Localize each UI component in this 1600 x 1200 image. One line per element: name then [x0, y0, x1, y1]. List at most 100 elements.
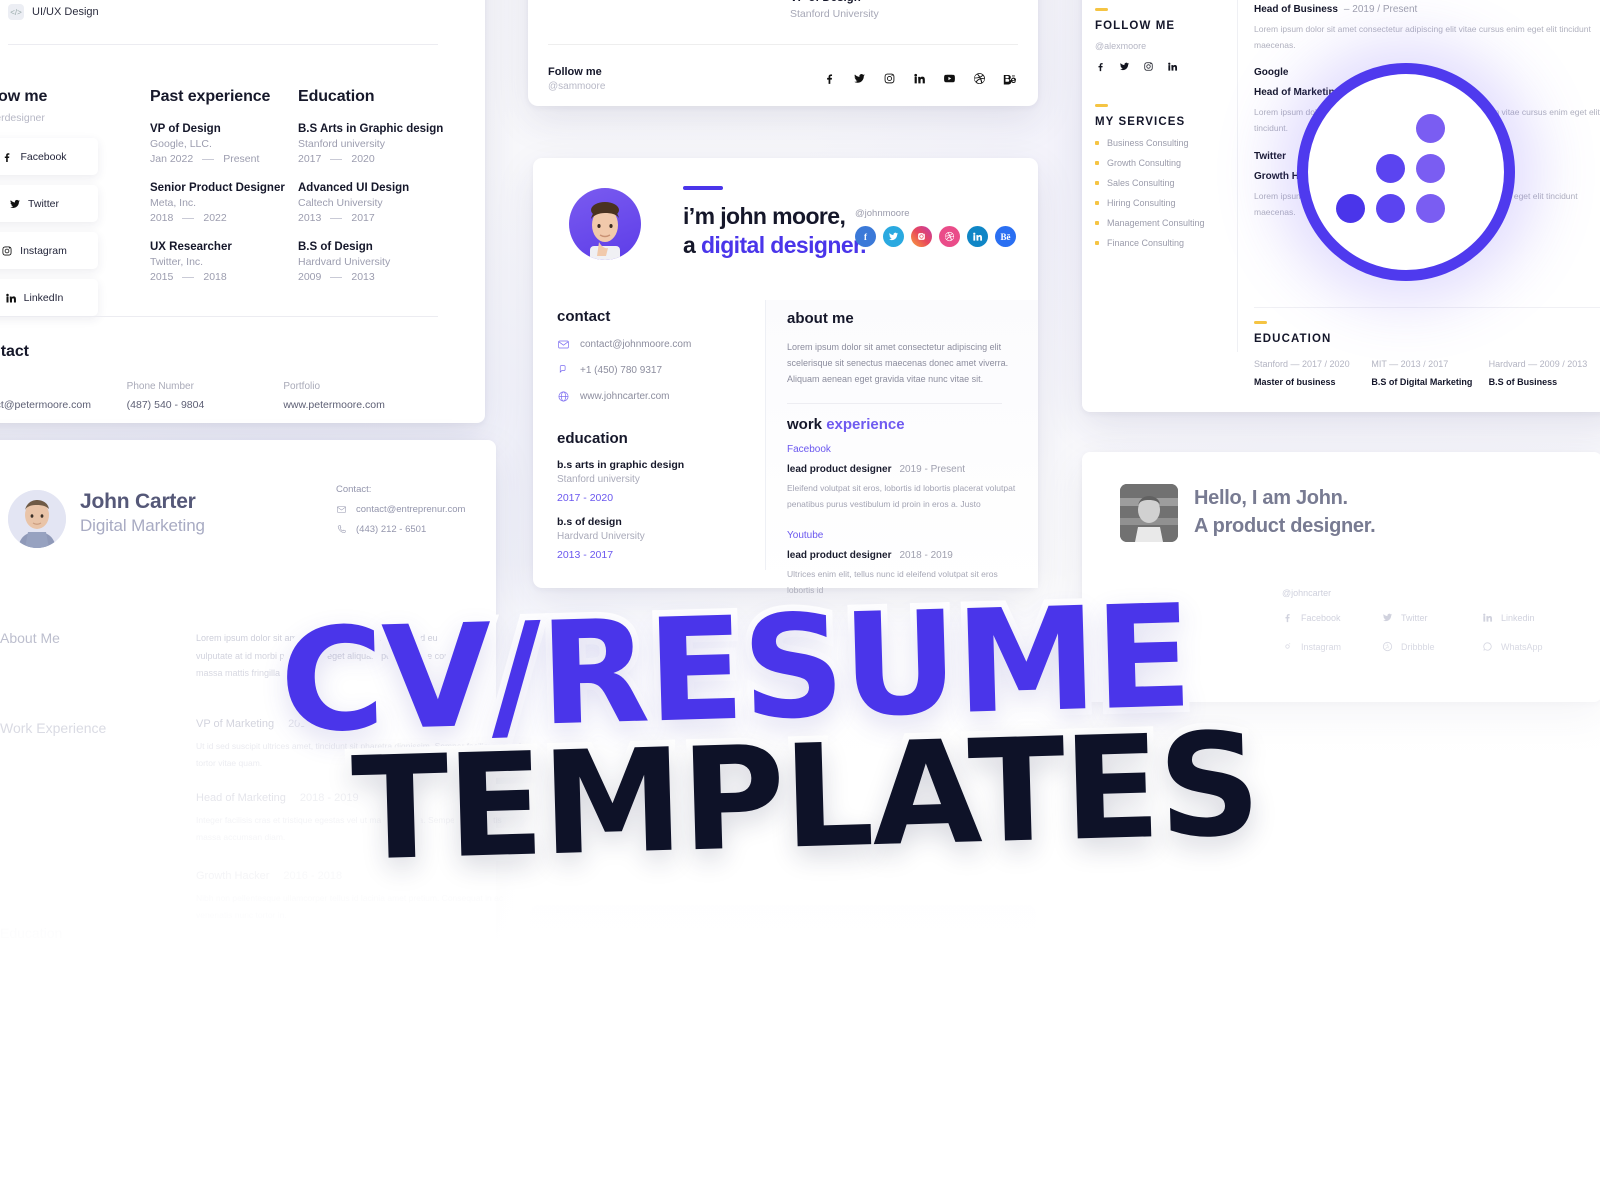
resume-card-sam-moore[interactable]: VP of Design Stanford University Follow … — [528, 0, 1038, 106]
twitter-icon-button[interactable] — [883, 226, 904, 247]
service-item: Management Consulting — [1095, 218, 1235, 228]
uiux-tag-label: UI/UX Design — [32, 6, 99, 18]
instagram-icon[interactable] — [1143, 61, 1154, 72]
social-link-whatsapp[interactable]: WhatsApp — [1482, 641, 1582, 652]
dribbble-icon[interactable] — [973, 72, 986, 85]
alex-education-grid: Stanford — 2017 / 2020 Master of busines… — [1254, 359, 1600, 387]
instagram-icon[interactable] — [883, 72, 896, 85]
twitter-icon[interactable] — [853, 72, 866, 85]
contact-value[interactable]: www.petermoore.com — [283, 399, 440, 411]
date-to: 2018 — [203, 271, 227, 283]
social-link-twitter[interactable]: Twitter — [1382, 612, 1482, 623]
linkedin-icon-button[interactable] — [967, 226, 988, 247]
resume-card-john-carter[interactable]: John Carter Digital Marketing Contact: c… — [0, 440, 521, 970]
carter-contact-label: Contact: — [336, 484, 372, 495]
hello-left-label: Contact — [1104, 600, 1139, 611]
past-experience-title: Past experience — [150, 88, 271, 105]
contact-row-phone[interactable]: +1 (450) 780 9317 — [557, 364, 757, 377]
experience-item: VP of Design Google, LLC. Jan 2022 Presen… — [150, 123, 300, 165]
experience-item: Facebook Head of Business– 2019 / Presen… — [1254, 0, 1600, 53]
service-label: Growth Consulting — [1107, 157, 1182, 168]
work-role: lead product designer — [787, 464, 892, 475]
education-item: Advanced UI Design Caltech University 20… — [298, 182, 458, 224]
work-title-accent: experience — [826, 416, 905, 433]
carter-email-row[interactable]: contact@entreprenur.com — [336, 504, 465, 515]
social-link-dribbble[interactable]: Dribbble — [1382, 641, 1482, 652]
experience-role: VP of Design — [150, 123, 221, 135]
facebook-icon-button[interactable]: f — [855, 226, 876, 247]
behance-icon-button[interactable]: Bē — [995, 226, 1016, 247]
dribbble-icon-button[interactable] — [939, 226, 960, 247]
contact-title: Contact — [0, 343, 29, 360]
alex-handle: @alexmoore — [1095, 40, 1147, 51]
contact-value[interactable]: (487) 540 - 9804 — [127, 399, 284, 411]
linkedin-icon — [5, 293, 16, 302]
experience-item: Senior Product Designer Meta, Inc. 2018 2… — [150, 182, 300, 224]
resume-card-hello-john[interactable]: Hello, I am John. A product designer. Co… — [1082, 452, 1600, 702]
work-title-plain: work — [787, 416, 827, 433]
social-button-twitter[interactable]: Twitter — [0, 185, 98, 222]
instagram-icon — [2, 246, 12, 255]
service-label: Finance Consulting — [1107, 237, 1185, 248]
sam-social-icons[interactable] — [823, 72, 1016, 85]
divider — [8, 44, 438, 45]
date-to: 2020 — [351, 153, 375, 165]
behance-icon[interactable] — [1003, 72, 1016, 85]
social-button-linkedin[interactable]: LinkedIn — [0, 279, 98, 316]
alex-social-icons[interactable] — [1095, 61, 1225, 72]
service-item: Business Consulting — [1095, 138, 1235, 148]
social-link-instagram[interactable]: Instagram — [1282, 641, 1382, 652]
experience-item: UX Researcher Twitter, Inc. 2015 2018 — [150, 241, 300, 283]
linkedin-icon[interactable] — [913, 72, 926, 85]
social-label: WhatsApp — [1501, 641, 1543, 652]
work-years: 2018 - 2019 — [899, 550, 953, 562]
social-label: Facebook — [1301, 612, 1341, 623]
education-degree: b.s arts in graphic design — [557, 459, 685, 471]
work-years: 2019 - Present — [288, 718, 361, 730]
date-from: Jan 2022 — [150, 153, 194, 165]
resume-card-john-moore[interactable]: i’m john moore, a digital designer. @joh… — [533, 158, 1038, 595]
linkedin-icon[interactable] — [1167, 61, 1178, 72]
carter-email: contact@entreprenur.com — [356, 504, 466, 515]
john-title-line2: a digital designer. — [683, 231, 866, 260]
carter-phone-row[interactable]: (443) 212 - 6501 — [336, 524, 465, 535]
social-link-facebook[interactable]: Facebook — [1282, 612, 1382, 623]
dribbble-icon — [1382, 641, 1393, 652]
instagram-icon — [1285, 643, 1291, 649]
work-role: Growth Hacker — [196, 870, 270, 882]
contact-grid: Email contact@petermoore.com Phone Numbe… — [0, 381, 440, 411]
social-button-label: Facebook — [20, 150, 67, 163]
education-school: Hardvard University — [557, 531, 645, 542]
facebook-icon[interactable] — [823, 72, 836, 85]
facebook-icon[interactable] — [1095, 61, 1106, 72]
social-link-linkedin[interactable]: Linkedin — [1482, 612, 1582, 623]
carter-phone: (443) 212 - 6501 — [356, 524, 427, 535]
john-work-block: work experience Facebook lead product de… — [787, 416, 1027, 599]
education-item: Hardvard — 2009 / 2013 B.S of Business — [1489, 359, 1600, 387]
hello-social-grid[interactable]: Facebook Twitter Linkedin Instagram Drib… — [1282, 612, 1582, 670]
peter-handle: @peterdesigner — [0, 112, 45, 124]
social-button-instagram[interactable]: Instagram — [0, 232, 98, 269]
john-social-row[interactable]: f Bē — [855, 226, 1016, 247]
experience-role-line: Head of Business – 2019 / Present — [1254, 4, 1600, 15]
sam-handle: @sammoore — [548, 81, 606, 92]
social-button-facebook[interactable]: Facebook — [0, 138, 98, 175]
resume-card-peter-moore[interactable]: </> UI/UX Design Follow me @peterdesigne… — [0, 0, 485, 423]
contact-website-value: www.johncarter.com — [580, 391, 670, 402]
mail-icon — [558, 340, 569, 349]
twitter-icon[interactable] — [1119, 61, 1130, 72]
john-education-block: education b.s arts in graphic design Sta… — [557, 430, 757, 561]
education-school: Stanford university — [557, 474, 640, 485]
badge-dot — [1416, 194, 1445, 223]
service-label: Sales Consulting — [1107, 177, 1175, 188]
contact-row-website[interactable]: www.johncarter.com — [557, 390, 757, 403]
instagram-icon-button[interactable] — [911, 226, 932, 247]
education-degree: B.S of Business — [1488, 376, 1558, 387]
contact-value[interactable]: contact@petermoore.com — [0, 399, 127, 411]
education-school: Hardvard University — [298, 256, 391, 268]
contact-row-email[interactable]: contact@johnmoore.com — [557, 338, 757, 351]
youtube-icon[interactable] — [943, 72, 956, 85]
carter-work-item: Head of Marketing 2018 - 2019 Integer fac… — [196, 792, 526, 845]
alex-education-title: EDUCATION — [1254, 332, 1332, 345]
date-from: 2009 — [298, 271, 322, 283]
